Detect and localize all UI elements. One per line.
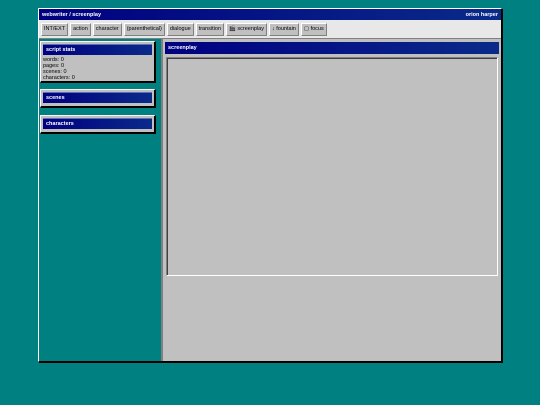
script-stats-header[interactable]: script stats [43,44,152,55]
fountain-export-button[interactable]: ↓ fountain [269,22,299,36]
scenes-header[interactable]: scenes [43,92,152,103]
focus-button[interactable]: ▢ focus [300,22,327,36]
screenplay-button[interactable]: 🎬 screenplay [226,22,267,36]
script-stats-body: words: 0 pages: 0 scenes: 0 characters: … [43,55,152,81]
window-title: webwriter / screenplay [42,11,101,18]
action-button[interactable]: action [70,22,91,36]
character-button[interactable]: character [92,22,122,36]
screenplay-header: screenplay [165,42,499,54]
parenthetical-button[interactable]: (parenthetical) [123,22,165,36]
transition-button[interactable]: transition [195,22,225,36]
script-stats-panel: script stats words: 0 pages: 0 scenes: 0… [40,41,156,83]
stat-characters: characters: 0 [43,75,75,81]
dialogue-button[interactable]: dialogue [166,22,194,36]
screenplay-panel: screenplay [161,39,501,361]
int-ext-button[interactable]: INT/EXT [41,22,69,36]
user-name[interactable]: orion harper [466,12,498,18]
characters-panel: characters [40,115,156,134]
sidebar: script stats words: 0 pages: 0 scenes: 0… [39,39,161,361]
app-window: webwriter / screenplay orion harper INT/… [38,8,502,362]
format-toolbar: INT/EXT action character (parenthetical)… [39,20,501,39]
screenplay-editor[interactable] [166,57,498,276]
characters-header[interactable]: characters [43,118,152,129]
scenes-panel: scenes [40,89,156,108]
title-bar[interactable]: webwriter / screenplay orion harper [39,9,501,20]
